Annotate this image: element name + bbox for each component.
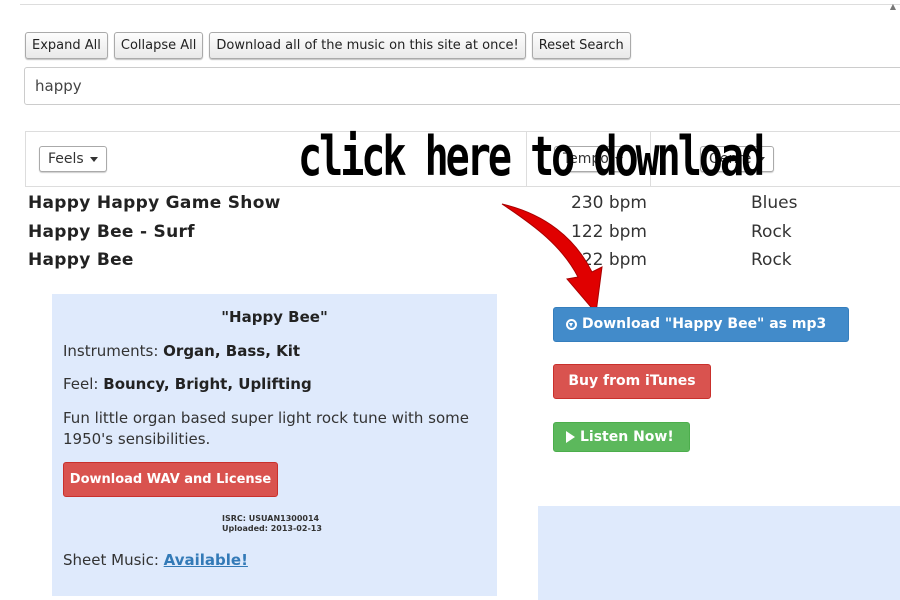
sheet-music-label: Sheet Music: [63, 551, 164, 569]
feel-value: Bouncy, Bright, Uplifting [103, 375, 312, 393]
instruments-line: Instruments: Organ, Bass, Kit [63, 342, 300, 360]
feel-line: Feel: Bouncy, Bright, Uplifting [63, 375, 312, 393]
instruments-value: Organ, Bass, Kit [163, 342, 301, 360]
buy-itunes-button[interactable]: Buy from iTunes [553, 364, 711, 399]
sheet-music-line: Sheet Music: Available! [63, 551, 248, 569]
download-mp3-button[interactable]: Download "Happy Bee" as mp3 [553, 307, 849, 342]
download-circle-icon [566, 319, 577, 330]
play-icon [566, 431, 575, 443]
track-detail-panel: "Happy Bee" Instruments: Organ, Bass, Ki… [52, 294, 497, 596]
download-wav-license-button[interactable]: Download WAV and License [63, 462, 278, 497]
isrc-code: ISRC: USUAN1300014 [222, 514, 320, 523]
track-description: Fun little organ based super light rock … [63, 409, 470, 448]
download-mp3-label: Download "Happy Bee" as mp3 [582, 316, 827, 332]
feel-label: Feel: [63, 375, 104, 393]
side-panel [538, 506, 900, 600]
track-detail-title: "Happy Bee" [221, 308, 328, 326]
track-metadata: ISRC: USUAN1300014 Uploaded: 2013-02-13 [222, 514, 322, 534]
listen-now-label: Listen Now! [580, 429, 674, 445]
sheet-music-link[interactable]: Available! [164, 551, 248, 569]
listen-now-button[interactable]: Listen Now! [553, 422, 690, 452]
instruments-label: Instruments: [63, 342, 164, 360]
upload-date: Uploaded: 2013-02-13 [222, 524, 322, 533]
